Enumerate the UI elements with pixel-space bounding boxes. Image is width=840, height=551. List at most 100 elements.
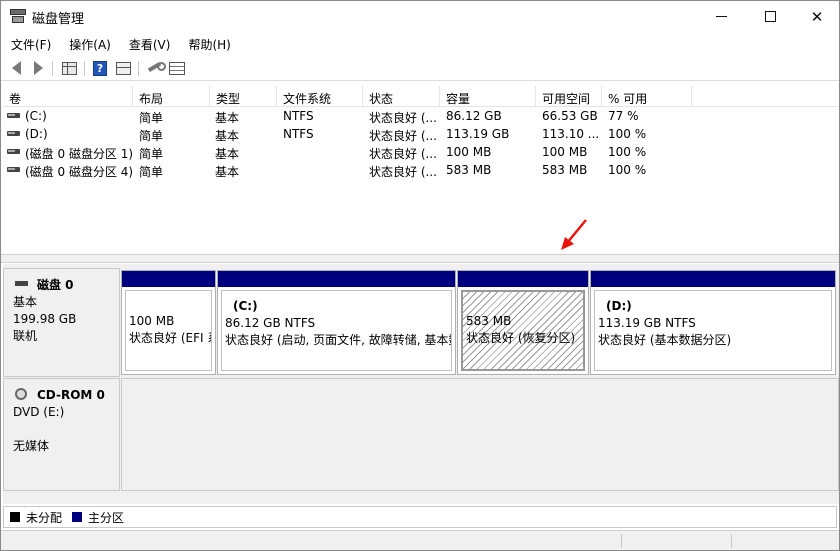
cell-layout: 简单 [139,111,164,125]
cell-percent-free: 100 % [608,145,647,159]
disk-0-size: 199.98 GB [13,312,77,326]
column-status[interactable]: 状态 [363,86,440,107]
cell-status: 状态良好 (... [369,129,437,143]
table-row[interactable]: (磁盘 0 磁盘分区 4) 简单 基本 状态良好 (... 583 MB 583… [3,161,838,179]
partition-name: (D:) [606,299,632,313]
properties-button[interactable] [168,60,186,76]
primary-swatch [72,512,83,522]
show-hide-console-tree-button[interactable] [60,60,78,76]
help-button[interactable]: ? [91,60,109,76]
cell-status: 状态良好 (... [369,165,437,179]
cell-capacity: 113.19 GB [446,127,510,141]
cell-type: 基本 [215,111,240,125]
column-capacity[interactable]: 容量 [440,86,536,107]
disk-management-app-icon [10,9,26,23]
volume-icon [7,167,20,172]
menu-bar: 文件(F) 操作(A) 查看(V) 帮助(H) [1,32,839,56]
cdrom-0-volume-area[interactable] [121,378,839,491]
cell-type: 基本 [215,147,240,161]
cell-capacity: 583 MB [446,163,492,177]
cell-volume: (C:) [25,109,47,123]
partition-size: 86.12 GB NTFS [225,316,316,330]
cell-layout: 简单 [139,165,164,179]
cdrom-0-drive: DVD (E:) [13,405,65,419]
forward-icon [33,61,43,75]
table-row[interactable]: (磁盘 0 磁盘分区 1) 简单 基本 状态良好 (... 100 MB 100… [3,143,838,161]
forward-button[interactable] [29,60,47,76]
cell-volume: (D:) [25,127,48,141]
cell-type: 基本 [215,165,240,179]
volume-icon [7,149,20,154]
cdrom-0-title: CD-ROM 0 [13,387,119,404]
cell-layout: 简单 [139,129,164,143]
help-icon: ? [93,60,107,76]
menu-file[interactable]: 文件(F) [1,32,59,56]
disk-icon [15,281,28,286]
cell-type: 基本 [215,129,240,143]
window-title: 磁盘管理 [32,12,85,27]
menu-action[interactable]: 操作(A) [59,32,119,56]
connect-button[interactable] [146,60,166,76]
console-grid-icon [61,61,77,75]
partition-efi[interactable]: 100 MB 状态良好 (EFI 系统分区) [121,270,216,375]
disk-0-label[interactable]: 磁盘 0 基本 199.98 GB 联机 [3,268,120,377]
cell-capacity: 100 MB [446,145,492,159]
disk-0-title: 磁盘 0 [13,277,119,294]
disk-0-type: 基本 [13,295,38,309]
primary-partition-bar [122,271,215,287]
column-filesystem[interactable]: 文件系统 [277,86,363,107]
partition-c[interactable]: (C:) 86.12 GB NTFS 状态良好 (启动, 页面文件, 故障转储,… [217,270,456,375]
show-action-pane-button[interactable] [114,60,132,76]
partition-size: 113.19 GB NTFS [598,316,696,330]
partition-body: (D:) 113.19 GB NTFS 状态良好 (基本数据分区) [594,290,832,371]
cell-percent-free: 77 % [608,109,639,123]
partition-size: 583 MB [466,314,512,328]
partition-body: 100 MB 状态良好 (EFI 系统分区) [125,290,212,371]
volume-icon [7,131,20,136]
cell-free-space: 113.10 ... [542,127,600,141]
menu-view[interactable]: 查看(V) [119,32,179,56]
column-type[interactable]: 类型 [210,86,277,107]
toolbar: ? [1,56,839,81]
maximize-icon [764,11,776,22]
table-row[interactable]: (D:) 简单 基本 NTFS 状态良好 (... 113.19 GB 113.… [3,125,838,143]
unallocated-swatch [10,512,20,522]
cell-free-space: 583 MB [542,163,588,177]
back-icon [11,61,21,75]
partition-status: 状态良好 (启动, 页面文件, 故障转储, 基本数据分区) [225,333,451,347]
partition-status: 状态良好 (EFI 系统分区) [129,331,211,345]
partition-recovery[interactable]: 583 MB 状态良好 (恢复分区) [457,270,589,375]
close-button[interactable]: ✕ [794,1,839,32]
primary-partition-bar [458,271,588,287]
disk-management-window: 磁盘管理 ✕ 文件(F) 操作(A) 查看(V) 帮助(H) ? 卷 布局 类型… [0,0,840,551]
partition-body: (C:) 86.12 GB NTFS 状态良好 (启动, 页面文件, 故障转储,… [221,290,452,371]
close-icon: ✕ [810,7,824,26]
pane-splitter[interactable] [1,254,839,263]
legend-unallocated: 未分配 [10,509,62,526]
back-button[interactable] [7,60,25,76]
disk-0-state: 联机 [13,329,38,343]
column-free-space[interactable]: 可用空间 [536,86,602,107]
cell-free-space: 100 MB [542,145,588,159]
title-bar: 磁盘管理 ✕ [1,1,839,32]
cdrom-0-label[interactable]: CD-ROM 0 DVD (E:) 无媒体 [3,378,120,491]
connect-icon [147,62,166,74]
toolbar-separator [52,61,53,76]
properties-icon [169,61,185,75]
menu-help[interactable]: 帮助(H) [178,32,238,56]
toolbar-separator [84,61,85,76]
partition-d[interactable]: (D:) 113.19 GB NTFS 状态良好 (基本数据分区) [590,270,836,375]
column-layout[interactable]: 布局 [133,86,210,107]
column-percent-free[interactable]: % 可用 [602,86,692,107]
legend-primary: 主分区 [72,509,124,526]
table-row[interactable]: (C:) 简单 基本 NTFS 状态良好 (... 86.12 GB 66.53… [3,107,838,125]
cell-free-space: 66.53 GB [542,109,598,123]
volume-list-header: 卷 布局 类型 文件系统 状态 容量 可用空间 % 可用 [3,86,838,107]
cell-status: 状态良好 (... [369,147,437,161]
partition-name: (C:) [233,299,258,313]
column-volume[interactable]: 卷 [3,86,133,107]
maximize-button[interactable] [747,1,793,32]
volume-list: 卷 布局 类型 文件系统 状态 容量 可用空间 % 可用 (C:) 简单 基本 … [3,86,838,258]
cell-filesystem: NTFS [283,109,314,123]
minimize-button[interactable] [698,1,744,32]
